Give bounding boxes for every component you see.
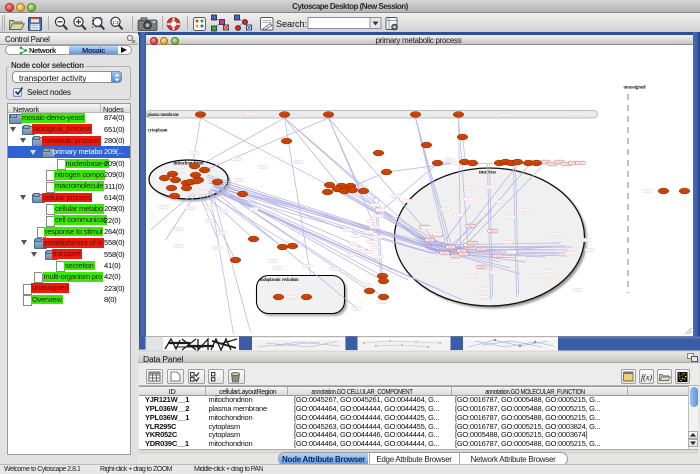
svg-text:cytoplasm: cytoplasm [147,129,168,134]
svg-text:Search:: Search: [276,19,307,29]
svg-text:endoplasmic reticulum: endoplasmic reticulum [259,278,299,283]
svg-text:1:1: 1:1 [112,20,119,25]
svg-text:unassigned: unassigned [623,86,645,91]
svg-text:plasma membrane: plasma membrane [147,113,179,118]
